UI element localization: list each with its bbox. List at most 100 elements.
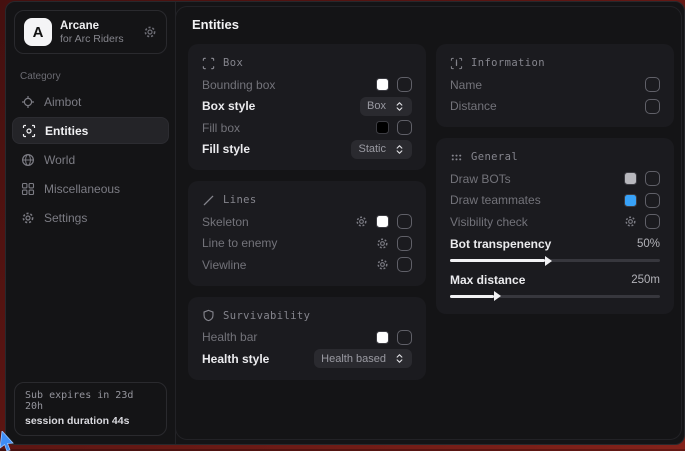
draw-bots-checkbox[interactable] [645, 171, 660, 186]
box-style-dropdown[interactable]: Box [360, 97, 412, 116]
viewline-settings-icon[interactable] [376, 258, 389, 271]
fill-box-checkbox[interactable] [397, 120, 412, 135]
setting-label: Distance [450, 99, 645, 113]
sub-expiry-text: Sub expires in 23d 20h [25, 390, 156, 412]
session-duration-text: session duration 44s [25, 415, 156, 427]
setting-row-line-to-enemy: Line to enemy [202, 233, 412, 255]
setting-row-skeleton: Skeleton [202, 211, 412, 233]
skeleton-settings-icon[interactable] [355, 215, 368, 228]
setting-label: Box style [202, 99, 360, 113]
setting-row-visibility-check: Visibility check [450, 211, 660, 233]
fill-style-dropdown[interactable]: Static [351, 140, 412, 159]
color-swatch[interactable] [624, 172, 637, 185]
color-swatch[interactable] [624, 194, 637, 207]
line-to-enemy-checkbox[interactable] [397, 236, 412, 251]
setting-label: Visibility check [450, 215, 624, 229]
dropdown-value: Static [358, 143, 386, 155]
panel-survivability: Survivability Health bar Health style He… [188, 297, 426, 380]
screen: { "sidebar": { "brand": { "logo_letter":… [0, 0, 685, 449]
setting-row-box-style: Box style Box [202, 96, 412, 118]
sidebar-item-label: Settings [44, 211, 87, 225]
slider-fill [450, 259, 545, 262]
color-swatch[interactable] [376, 121, 389, 134]
setting-label: Skeleton [202, 215, 355, 229]
dropdown-value: Box [367, 100, 386, 112]
max-distance-slider[interactable] [450, 295, 660, 298]
setting-row-fill-style: Fill style Static [202, 139, 412, 161]
line-to-enemy-settings-icon[interactable] [376, 237, 389, 250]
app-logo: A [24, 18, 52, 46]
panel-title: Survivability [223, 310, 310, 322]
setting-row-draw-teammates: Draw teammates [450, 190, 660, 212]
chevron-updown-icon [394, 101, 405, 112]
color-swatch[interactable] [376, 331, 389, 344]
chevron-updown-icon [394, 144, 405, 155]
color-swatch[interactable] [376, 78, 389, 91]
setting-row-health-bar: Health bar [202, 327, 412, 349]
sidebar-item-label: Miscellaneous [44, 182, 120, 196]
sidebar-item-miscellaneous[interactable]: Miscellaneous [12, 175, 169, 202]
gear-icon [21, 211, 35, 225]
setting-label: Max distance [450, 273, 631, 287]
sidebar-item-entities[interactable]: Entities [12, 117, 169, 144]
setting-label: Draw BOTs [450, 172, 624, 186]
setting-label: Line to enemy [202, 236, 376, 250]
setting-row-fill-box: Fill box [202, 117, 412, 139]
info-icon [450, 57, 463, 70]
health-style-dropdown[interactable]: Health based [314, 349, 412, 368]
setting-row-draw-bots: Draw BOTs [450, 168, 660, 190]
panel-title: General [471, 151, 518, 163]
grid-icon [21, 182, 35, 196]
sidebar-item-label: Aimbot [44, 95, 81, 109]
setting-label: Health style [202, 352, 314, 366]
distance-checkbox[interactable] [645, 99, 660, 114]
draw-teammates-checkbox[interactable] [645, 193, 660, 208]
setting-row-name: Name [450, 74, 660, 96]
panel-title: Information [471, 57, 545, 69]
globe-icon [21, 153, 35, 167]
app-name: Arcane [60, 20, 135, 32]
chevron-updown-icon [394, 353, 405, 364]
brand-text: Arcane for Arc Riders [60, 20, 135, 45]
sidebar-item-label: World [44, 153, 75, 167]
setting-row-health-style: Health style Health based [202, 348, 412, 370]
slider-value: 250m [631, 274, 660, 286]
setting-label: Draw teammates [450, 193, 624, 207]
setting-label: Fill style [202, 142, 351, 156]
setting-label: Bounding box [202, 78, 376, 92]
health-bar-checkbox[interactable] [397, 330, 412, 345]
app-window: A Arcane for Arc Riders Category Aimbot … [5, 1, 685, 445]
right-column: Information Name Distance Gener [436, 44, 674, 380]
slider-value: 50% [637, 238, 660, 250]
sidebar-item-world[interactable]: World [12, 146, 169, 173]
setting-label: Name [450, 78, 645, 92]
brand-settings-icon[interactable] [143, 25, 157, 39]
shield-icon [202, 309, 215, 322]
name-checkbox[interactable] [645, 77, 660, 92]
main-area: Entities Box Bounding box [176, 2, 685, 444]
sidebar-item-aimbot[interactable]: Aimbot [12, 88, 169, 115]
bot-transparency-slider-block: Bot transpenency 50% [450, 234, 660, 263]
setting-label: Bot transpenency [450, 237, 637, 251]
bot-transparency-slider[interactable] [450, 259, 660, 262]
color-swatch[interactable] [376, 215, 389, 228]
scan-icon [22, 124, 36, 138]
bounding-box-checkbox[interactable] [397, 77, 412, 92]
diagonal-line-icon [202, 194, 215, 207]
viewline-checkbox[interactable] [397, 257, 412, 272]
setting-row-bounding-box: Bounding box [202, 74, 412, 96]
crosshair-icon [21, 95, 35, 109]
brand-card: A Arcane for Arc Riders [14, 10, 167, 54]
setting-label: Viewline [202, 258, 376, 272]
panel-title: Box [223, 57, 243, 69]
visibility-settings-icon[interactable] [624, 215, 637, 228]
setting-row-distance: Distance [450, 96, 660, 118]
app-subtitle: for Arc Riders [60, 33, 135, 45]
sidebar-item-label: Entities [45, 124, 88, 138]
mouse-cursor [0, 431, 16, 451]
visibility-check-checkbox[interactable] [645, 214, 660, 229]
skeleton-checkbox[interactable] [397, 214, 412, 229]
sidebar-item-settings[interactable]: Settings [12, 204, 169, 231]
panel-title: Lines [223, 194, 257, 206]
panel-information: Information Name Distance [436, 44, 674, 127]
